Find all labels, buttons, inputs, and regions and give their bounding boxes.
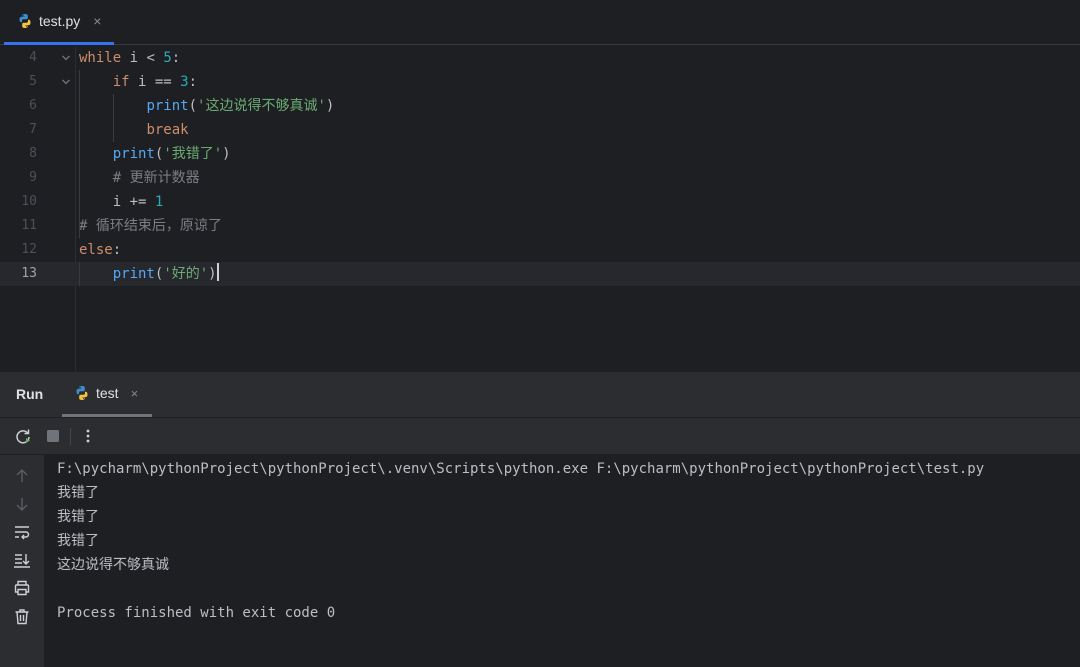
editor-tab-label: test.py (39, 13, 81, 29)
code-token: '这边说得不够真诚' (197, 98, 326, 114)
soft-wrap-icon[interactable] (13, 523, 31, 541)
code-token: 3 (180, 74, 189, 90)
code-token: while (79, 50, 122, 66)
indent-guide (113, 94, 114, 142)
code-token: print (146, 98, 189, 114)
code-line[interactable]: 6 print('这边说得不够真诚') (0, 94, 1080, 118)
code-line[interactable]: 10 i += 1 (0, 190, 1080, 214)
run-panel-title: Run (16, 386, 44, 402)
code-text: print('好的') (79, 262, 219, 286)
console-side-toolbar (0, 455, 44, 667)
more-vertical-icon[interactable] (79, 427, 97, 445)
text-caret (216, 263, 219, 281)
line-number: 6 (29, 98, 37, 113)
code-text: i += 1 (79, 190, 164, 214)
scroll-to-end-icon[interactable] (13, 551, 31, 569)
code-token: '我错了' (163, 146, 223, 162)
code-text: print('这边说得不够真诚') (79, 94, 334, 118)
print-icon[interactable] (13, 579, 31, 597)
code-text: print('我错了') (79, 142, 231, 166)
code-text: # 循环结束后，原谅了 (79, 214, 222, 238)
line-number: 8 (29, 146, 37, 161)
line-number: 11 (21, 218, 37, 233)
editor-tab-test-py[interactable]: test.py × (4, 0, 114, 45)
code-token: ) (325, 98, 335, 114)
code-text: while i < 5: (79, 46, 180, 70)
code-token: '好的' (163, 266, 209, 282)
code-line[interactable]: 4 while i < 5: (0, 46, 1080, 70)
code-text: if i == 3: (79, 70, 197, 94)
code-token: ) (208, 266, 217, 282)
code-token: i += (79, 194, 155, 210)
code-token: ) (222, 146, 231, 162)
line-number: 7 (29, 122, 37, 137)
code-line[interactable]: 8 print('我错了') (0, 142, 1080, 166)
indent-guide (79, 262, 80, 286)
line-number: 12 (21, 242, 37, 257)
rerun-icon[interactable] (14, 427, 32, 445)
python-icon (74, 385, 90, 401)
trash-icon[interactable] (13, 607, 31, 625)
code-token: # 循环结束后，原谅了 (79, 218, 222, 234)
close-icon[interactable]: × (93, 13, 101, 29)
code-text: else: (79, 238, 121, 262)
code-line[interactable]: 13 print('好的') (0, 262, 1080, 286)
code-token: : (188, 74, 198, 90)
code-token: i == (129, 74, 181, 90)
code-line[interactable]: 12 else: (0, 238, 1080, 262)
close-icon[interactable]: × (131, 386, 139, 401)
console-line: Process finished with exit code 0 (57, 605, 336, 621)
console-line: 这边说得不够真诚 (57, 557, 169, 573)
stop-icon[interactable] (44, 427, 62, 445)
console-line: 我错了 (57, 533, 99, 549)
line-number: 13 (21, 266, 37, 281)
code-line[interactable]: 11 # 循环结束后，原谅了 (0, 214, 1080, 238)
console-line: F:\pycharm\pythonProject\pythonProject\.… (57, 461, 985, 477)
line-number: 5 (29, 74, 37, 89)
code-text: # 更新计数器 (79, 166, 200, 190)
code-token: if (112, 74, 130, 90)
code-token: : (112, 242, 122, 258)
run-tool-window: Run test × F:\pycharm\pythonProject\pyth… (0, 372, 1080, 667)
code-token: break (146, 122, 189, 138)
run-tab-test[interactable]: test × (62, 372, 152, 417)
console-line: 我错了 (57, 485, 99, 501)
line-number: 10 (21, 194, 37, 209)
arrow-up-icon[interactable] (13, 467, 31, 485)
python-icon (17, 13, 33, 29)
code-editor[interactable]: 4 while i < 5: 5 if i == 3: 6 print('这边说得不够… (0, 46, 1080, 372)
code-line[interactable]: 9 # 更新计数器 (0, 166, 1080, 190)
code-line[interactable]: 7 break (0, 118, 1080, 142)
code-token: 1 (154, 194, 164, 210)
console-line: 我错了 (57, 509, 99, 525)
line-number: 9 (29, 170, 37, 185)
code-token: else (79, 242, 113, 258)
code-token: i < (121, 50, 164, 66)
run-header: Run test × (0, 372, 1080, 418)
code-text: break (79, 118, 189, 142)
code-token: print (112, 146, 155, 162)
toolbar-divider (70, 428, 71, 445)
console-output[interactable]: F:\pycharm\pythonProject\pythonProject\.… (44, 455, 1080, 667)
code-line[interactable]: 5 if i == 3: (0, 70, 1080, 94)
indent-guide (79, 70, 80, 238)
code-token: : (171, 50, 181, 66)
run-tab-label: test (96, 385, 119, 401)
arrow-down-icon[interactable] (13, 495, 31, 513)
code-token: print (112, 266, 155, 282)
code-token: 5 (163, 50, 172, 66)
run-toolbar (0, 418, 1080, 455)
code-token: # 更新计数器 (112, 170, 200, 186)
line-number: 4 (29, 50, 37, 65)
code-token: ( (188, 98, 198, 114)
editor-tab-bar: test.py × (0, 0, 1080, 45)
